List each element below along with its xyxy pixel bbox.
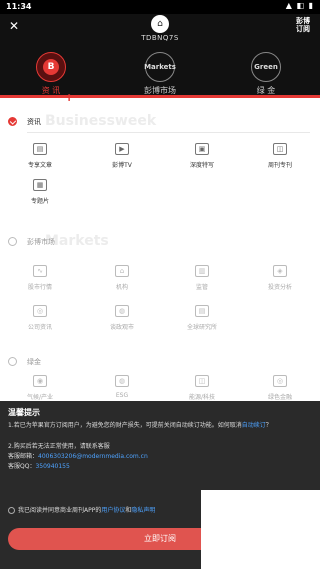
item-esg[interactable]: ◍ ESG bbox=[92, 375, 152, 399]
agree-checkbox[interactable] bbox=[8, 507, 15, 514]
film-icon: ▦ bbox=[33, 179, 47, 191]
tab-green[interactable]: Green 绿 金 bbox=[236, 52, 296, 96]
section-green-title: 绿金 bbox=[27, 358, 41, 366]
close-button[interactable]: ✕ bbox=[7, 19, 21, 33]
avatar-icon: ⌂ bbox=[157, 19, 163, 29]
item-weekly-special[interactable]: ◫ 周刊专刊 bbox=[250, 143, 310, 169]
company-icon: ◎ bbox=[33, 305, 47, 317]
notice-line-1: 1.若已为苹果官方订阅用户，为避免您的财产损失，可提前关闭自动续订功能。如何取消… bbox=[8, 422, 272, 429]
section-green-radio[interactable] bbox=[8, 357, 17, 366]
plan-content: Businessweek 资讯 ▤ 专享文章 ▶ 彭博TV ▣ 深度特写 ◫ 周刊专刊 … bbox=[0, 101, 320, 401]
article-icon: ▤ bbox=[33, 143, 47, 155]
esg-icon: ◍ bbox=[115, 375, 129, 387]
notice-line-3: 客服邮箱：4006303206@modernmedia.com.cn bbox=[8, 453, 148, 460]
item-features[interactable]: ▣ 深度特写 bbox=[172, 143, 232, 169]
markets-logo-icon: Markets bbox=[144, 52, 176, 82]
cancel-auto-renew-link[interactable]: 自动续订 bbox=[242, 422, 266, 429]
item-company-news[interactable]: ◎ 公司资讯 bbox=[10, 305, 70, 331]
agreement-row: 我已阅读并同意商业周刊APP的用户协议和隐私声明 bbox=[8, 505, 155, 514]
status-bar: 11:34 ▲ ◧ ▮ bbox=[0, 0, 320, 14]
support-qq-link[interactable]: 350940155 bbox=[35, 463, 69, 470]
section-news-title: 资讯 bbox=[27, 118, 41, 126]
analysis-icon: ◈ bbox=[273, 265, 287, 277]
section-markets-title: 彭博市场 bbox=[27, 238, 55, 246]
document-icon: ▤ bbox=[195, 305, 209, 317]
businessweek-logo-icon: B bbox=[36, 52, 66, 82]
leaf-icon: ◉ bbox=[33, 375, 47, 387]
item-regulation[interactable]: ▥ 监管 bbox=[172, 265, 232, 291]
tab-news[interactable]: B 资 讯 bbox=[21, 52, 81, 96]
item-investment-analysis[interactable]: ◈ 投资分析 bbox=[250, 265, 310, 291]
item-global-research[interactable]: ▤ 全球研究所 bbox=[172, 305, 232, 331]
section-markets-header: Markets 彭博市场 bbox=[0, 231, 320, 253]
image-icon: ▣ bbox=[195, 143, 209, 155]
item-exclusive-articles[interactable]: ▤ 专享文章 bbox=[10, 143, 70, 169]
books-icon: ▥ bbox=[195, 265, 209, 277]
item-institutions[interactable]: ⌂ 机构 bbox=[92, 265, 152, 291]
tab-green-label: 绿 金 bbox=[256, 86, 276, 95]
subscription-header: ✕ ⌂ TDBNQ7S 彭博 订阅 B 资 讯 Markets 彭博市场 Gre… bbox=[0, 14, 320, 115]
item-stock-quotes[interactable]: ∿ 股市行情 bbox=[10, 265, 70, 291]
avatar: ⌂ bbox=[151, 15, 169, 33]
username: TDBNQ7S bbox=[141, 34, 179, 42]
globe-icon: ◍ bbox=[115, 305, 129, 317]
item-green-finance[interactable]: ◎ 绿色金融 bbox=[250, 375, 310, 401]
tv-icon: ▶ bbox=[115, 143, 129, 155]
blank-overlay bbox=[201, 490, 320, 569]
section-news-header: Businessweek 资讯 bbox=[0, 111, 320, 133]
section-markets-radio[interactable] bbox=[8, 237, 17, 246]
finance-icon: ◎ bbox=[273, 375, 287, 387]
tab-markets-label: 彭博市场 bbox=[144, 86, 176, 95]
notice-line-4: 客服QQ：350940155 bbox=[8, 463, 70, 470]
brand-logo: 彭博 订阅 bbox=[292, 17, 314, 33]
section-markets-grid: ∿ 股市行情 ⌂ 机构 ▥ 监管 ◈ 投资分析 ◎ 公司资讯 ◍ 谈政观市 ▤ 全球研究所 bbox=[0, 253, 320, 345]
item-bloomberg-tv[interactable]: ▶ 彭博TV bbox=[92, 143, 152, 169]
magazine-icon: ◫ bbox=[273, 143, 287, 155]
section-news: Businessweek 资讯 ▤ 专享文章 ▶ 彭博TV ▣ 深度特写 ◫ 周刊专刊 … bbox=[0, 111, 320, 211]
item-climate-industry[interactable]: ◉ 气候/产业 bbox=[10, 375, 70, 401]
section-green-header: 绿金 bbox=[0, 351, 320, 373]
chart-icon: ∿ bbox=[33, 265, 47, 277]
section-news-grid: ▤ 专享文章 ▶ 彭博TV ▣ 深度特写 ◫ 周刊专刊 ▦ 专题片 bbox=[0, 133, 320, 211]
status-icons: ▲ ◧ ▮ bbox=[285, 1, 314, 10]
notice-line-2: 2.购买后若无法正常使用，请联系客服 bbox=[8, 443, 110, 450]
bank-icon: ⌂ bbox=[115, 265, 129, 277]
status-time: 11:34 bbox=[6, 2, 32, 11]
section-news-radio[interactable] bbox=[8, 117, 17, 126]
user-agreement-link[interactable]: 用户协议 bbox=[101, 507, 125, 514]
tab-markets[interactable]: Markets 彭博市场 bbox=[130, 52, 190, 96]
item-policy-market[interactable]: ◍ 谈政观市 bbox=[92, 305, 152, 331]
notice-title: 温馨提示 bbox=[8, 408, 40, 417]
item-documentary[interactable]: ▦ 专题片 bbox=[10, 179, 70, 205]
section-markets: Markets 彭博市场 ∿ 股市行情 ⌂ 机构 ▥ 监管 ◈ 投资分析 ◎ 公司资讯 ◍… bbox=[0, 231, 320, 345]
green-logo-icon: Green bbox=[251, 52, 281, 82]
brand-line-1: 彭博 bbox=[296, 17, 310, 25]
privacy-policy-link[interactable]: 隐私声明 bbox=[131, 507, 155, 514]
item-energy-tech[interactable]: ◫ 能源/科技 bbox=[172, 375, 232, 401]
brand-line-2: 订阅 bbox=[296, 25, 310, 33]
support-email-link[interactable]: 4006303206@modernmedia.com.cn bbox=[38, 453, 148, 460]
energy-icon: ◫ bbox=[195, 375, 209, 387]
section-news-watermark: Businessweek bbox=[45, 113, 157, 129]
